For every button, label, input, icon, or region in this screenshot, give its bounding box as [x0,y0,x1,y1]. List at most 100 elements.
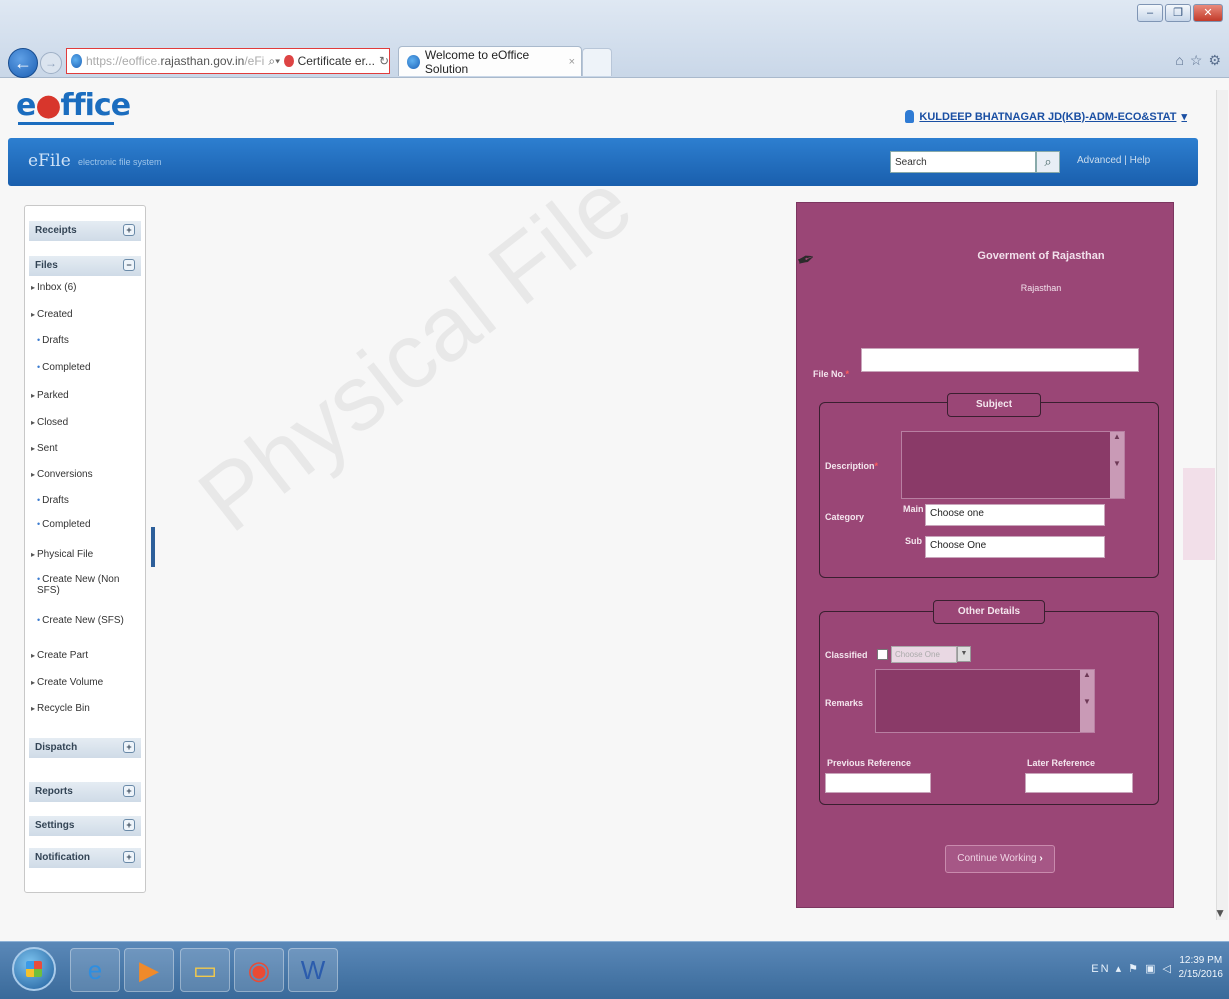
description-textarea[interactable]: ▲ ▼ [901,431,1125,499]
close-window-button[interactable]: ✕ [1193,4,1223,22]
sidebar-item-recycle-bin[interactable]: ▸ Recycle Bin [31,703,90,714]
user-dropdown-icon[interactable]: ▾ [1181,110,1187,123]
later-reference-label: Later Reference [1027,758,1096,768]
sidebar-resize-handle[interactable] [151,527,155,567]
collapse-icon[interactable]: − [123,259,135,271]
magnifier-icon: ⌕ [1044,154,1052,169]
sidebar-section-notification[interactable]: Notification + [29,848,141,868]
forward-button[interactable]: → [40,52,62,74]
sidebar-item-inbox[interactable]: ▸ Inbox (6) [31,282,76,293]
refresh-icon[interactable]: ↻ [379,54,389,68]
scroll-down-icon[interactable]: ▼ [1214,906,1226,920]
sidebar-item-create-part[interactable]: ▸ Create Part [31,650,88,661]
page-edge-panel [1183,468,1215,560]
address-url: https://eoffice.rajasthan.gov.in/eFi [86,54,265,68]
expand-icon[interactable]: + [123,785,135,797]
search-scope-label[interactable]: Search [890,151,930,173]
sidebar-item-created-drafts[interactable]: • Drafts [37,335,69,346]
new-tab-button[interactable] [582,48,612,76]
sidebar-section-dispatch[interactable]: Dispatch + [29,738,141,758]
main-label: Main [903,504,924,514]
folder-icon[interactable]: ▭ [180,948,230,992]
physical-file-watermark: Physical File [180,152,651,552]
form-subtitle: Rajasthan [1020,283,1062,293]
clock[interactable]: 12:39 PM 2/15/2016 [1179,954,1224,982]
remarks-scrollbar[interactable]: ▲ ▼ [1080,670,1094,732]
chevron-down-icon[interactable]: ▼ [957,646,971,662]
minimize-button[interactable]: – [1137,4,1163,22]
sidebar-section-reports[interactable]: Reports + [29,782,141,802]
help-link[interactable]: Help [1130,155,1151,166]
sidebar-item-conversions[interactable]: ▸ Conversions [31,469,93,480]
sidebar-item-closed[interactable]: ▸ Closed [31,417,68,428]
sidebar-item-create-new-sfs[interactable]: • Create New (SFS) [37,615,124,626]
search-button[interactable]: ⌕ [1036,151,1060,173]
remarks-textarea[interactable]: ▲ ▼ [875,669,1095,733]
sidebar-item-physical-file[interactable]: ▸ Physical File [31,549,93,560]
sidebar-item-create-new-non-sfs[interactable]: • Create New (Non SFS) [37,574,137,596]
search-icon[interactable]: ⌕▾ [268,54,280,69]
expand-icon[interactable]: + [123,851,135,863]
file-no-label: File No.* [813,369,850,379]
user-icon [905,110,915,123]
certificate-error-icon[interactable] [284,55,294,67]
category-label: Category [825,512,865,522]
continue-working-button[interactable]: Continue Working › [945,845,1055,873]
user-menu[interactable]: KULDEEP BHATNAGAR JD(KB)-ADM-ECO&STAT ▾ [905,110,1187,123]
topbar-links: Advanced | Help [1077,155,1150,166]
chrome-icon[interactable]: ◉ [234,948,284,992]
ie-taskbar-icon[interactable]: e [70,948,120,992]
start-button[interactable] [12,947,56,991]
classified-select[interactable]: Choose One [891,646,957,663]
chevron-right-icon: › [1039,853,1043,864]
back-button[interactable]: ← [8,48,38,78]
eoffice-logo: e●eOfficeffice [16,88,131,123]
later-reference-input[interactable] [1025,773,1133,793]
description-scrollbar[interactable]: ▲ ▼ [1110,432,1124,498]
media-player-icon[interactable]: ▶ [124,948,174,992]
sidebar-item-created[interactable]: ▸ Created [31,309,73,320]
tab-welcome[interactable]: Welcome to eOffice Solution × [398,46,582,76]
sidebar-section-files[interactable]: Files − [29,256,141,276]
classified-checkbox[interactable] [877,649,888,660]
physical-file-form: ✒ Goverment of Rajasthan Rajasthan File … [793,202,1174,908]
advanced-link[interactable]: Advanced [1077,155,1121,166]
settings-gear-icon[interactable]: ⚙ [1208,52,1221,69]
expand-icon[interactable]: + [123,224,135,236]
logo-underline [18,122,114,125]
ie-page-icon [71,54,82,68]
favorites-icon[interactable]: ☆ [1190,52,1203,69]
tab-title: Welcome to eOffice Solution [424,47,530,76]
other-details-legend: Other Details [933,600,1045,624]
address-bar[interactable]: https://eoffice.rajasthan.gov.in/eFi ⌕▾ … [66,48,390,74]
sidebar-item-create-volume[interactable]: ▸ Create Volume [31,677,103,688]
sidebar-item-created-completed[interactable]: • Completed [37,362,91,373]
system-tray[interactable]: EN ▴ ⚑ ▣ ◁ [1091,962,1173,975]
sidebar-item-conv-drafts[interactable]: • Drafts [37,495,69,506]
word-icon[interactable]: W [288,948,338,992]
sidebar-section-receipts[interactable]: Receipts + [29,221,141,241]
app-subtitle: electronic file system [78,157,162,167]
file-no-input[interactable] [861,348,1139,372]
link-separator: | [1124,155,1127,166]
previous-reference-label: Previous Reference [827,758,912,768]
description-label: Description* [825,461,879,471]
page-scrollbar[interactable] [1216,90,1228,920]
maximize-button[interactable]: ❐ [1165,4,1191,22]
remarks-label: Remarks [825,698,864,708]
user-name[interactable]: KULDEEP BHATNAGAR JD(KB)-ADM-ECO&STAT [919,111,1176,123]
sub-category-select[interactable]: Choose One [925,536,1105,558]
sidebar-section-settings[interactable]: Settings + [29,816,141,836]
sidebar-item-parked[interactable]: ▸ Parked [31,390,69,401]
expand-icon[interactable]: + [123,819,135,831]
sidebar-item-sent[interactable]: ▸ Sent [31,443,58,454]
sidebar-item-conv-completed[interactable]: • Completed [37,519,91,530]
expand-icon[interactable]: + [123,741,135,753]
subject-legend: Subject [947,393,1041,417]
home-icon[interactable]: ⌂ [1175,52,1183,69]
previous-reference-input[interactable] [825,773,931,793]
certificate-error-text[interactable]: Certificate er... [298,54,375,68]
tab-close-icon[interactable]: × [569,56,575,68]
main-category-select[interactable]: Choose one [925,504,1105,526]
search-input[interactable] [928,151,1036,173]
